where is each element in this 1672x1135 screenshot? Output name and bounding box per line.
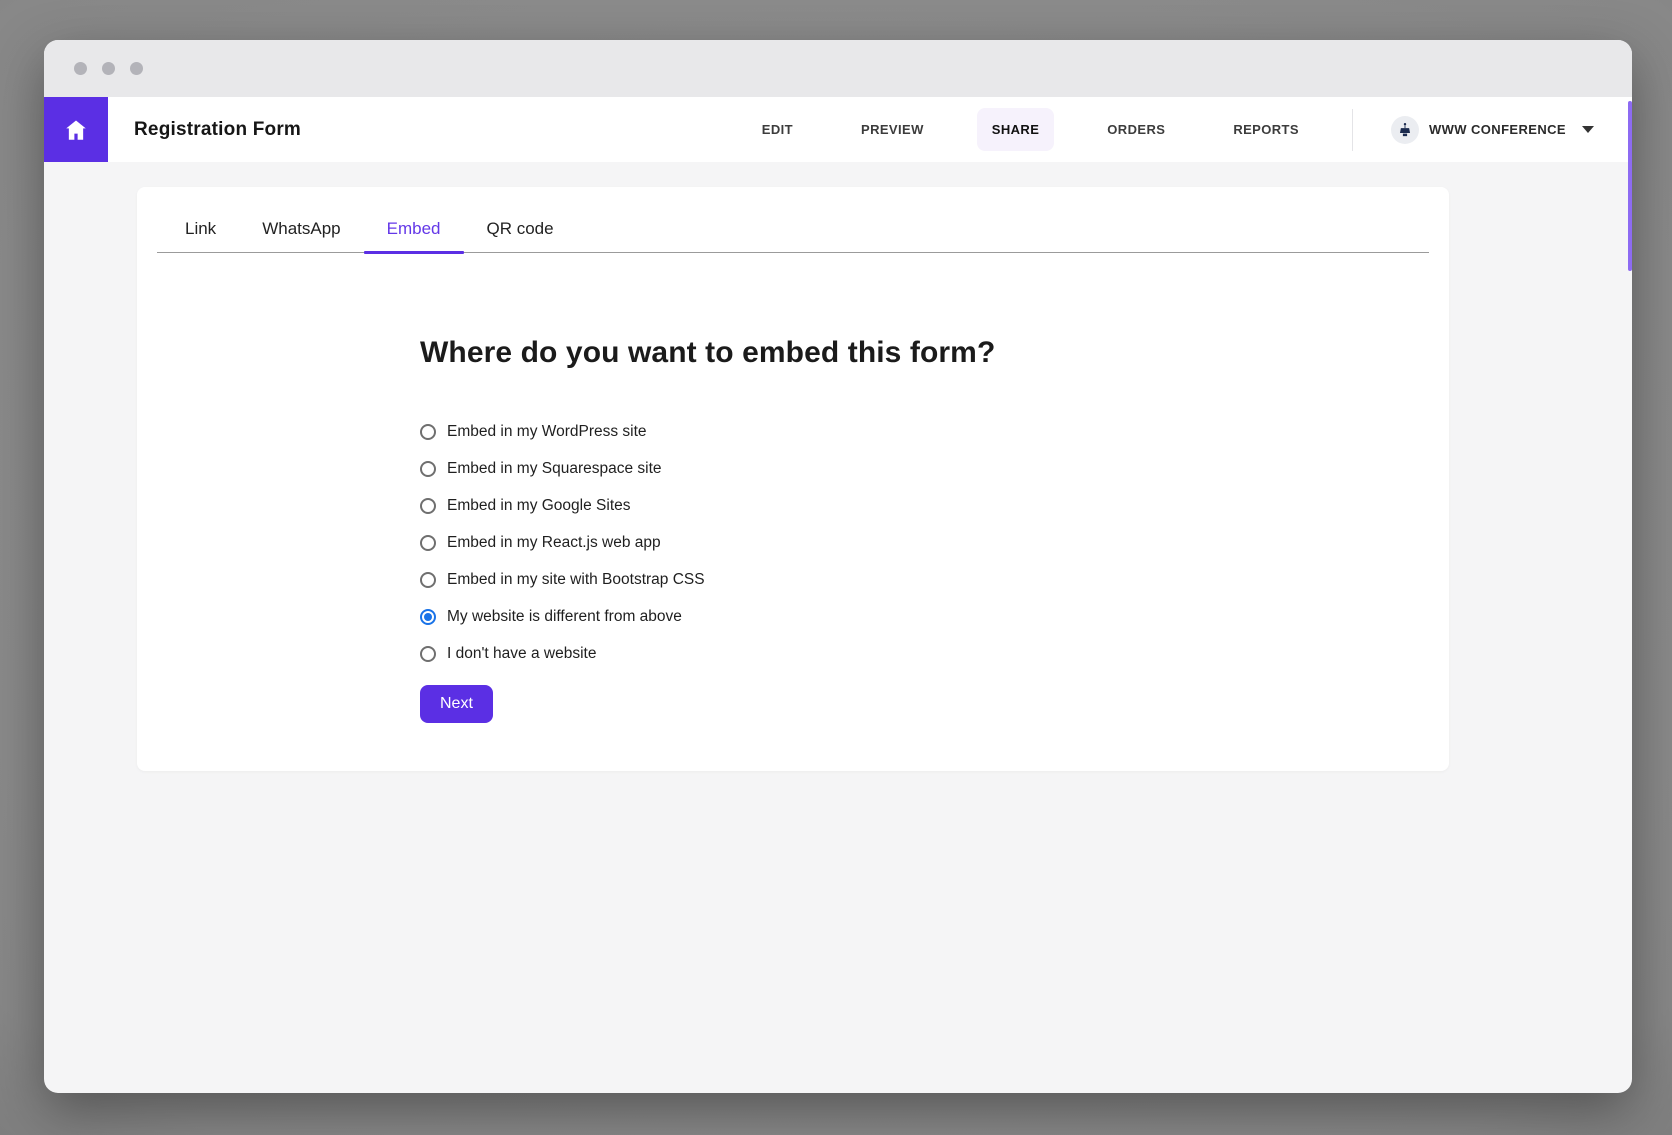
radio-icon[interactable] (420, 461, 436, 477)
panel-heading: Where do you want to embed this form? (420, 336, 1449, 370)
radio-icon[interactable] (420, 498, 436, 514)
radio-icon-selected[interactable] (420, 609, 436, 625)
nav-divider (1352, 109, 1353, 151)
nav-item-edit[interactable]: EDIT (747, 108, 808, 151)
window-titlebar (44, 40, 1632, 97)
radio-option-no-website[interactable]: I don't have a website (420, 635, 1449, 672)
radio-option-react[interactable]: Embed in my React.js web app (420, 524, 1449, 561)
radio-option-wordpress[interactable]: Embed in my WordPress site (420, 413, 1449, 450)
home-button[interactable] (44, 97, 108, 162)
option-label: Embed in my WordPress site (447, 423, 647, 441)
tab-whatsapp[interactable]: WhatsApp (239, 205, 363, 252)
radio-icon[interactable] (420, 646, 436, 662)
home-icon (63, 117, 89, 143)
next-button[interactable]: Next (420, 685, 493, 723)
nav-item-share[interactable]: SHARE (977, 108, 1055, 151)
nav-item-preview[interactable]: PREVIEW (846, 108, 939, 151)
share-tabs: Link WhatsApp Embed QR code (157, 205, 1429, 253)
chevron-down-icon (1582, 126, 1594, 133)
window-control-dot[interactable] (102, 62, 115, 75)
option-label: Embed in my Google Sites (447, 497, 631, 515)
tab-qr-code[interactable]: QR code (464, 205, 577, 252)
radio-option-different-website[interactable]: My website is different from above (420, 598, 1449, 635)
page-title: Registration Form (134, 119, 301, 141)
radio-option-squarespace[interactable]: Embed in my Squarespace site (420, 450, 1449, 487)
option-label: I don't have a website (447, 645, 596, 663)
nav-item-reports[interactable]: REPORTS (1218, 108, 1314, 151)
share-panel-card: Link WhatsApp Embed QR code Where do you… (137, 187, 1449, 771)
account-dropdown[interactable]: WWW CONFERENCE (1391, 116, 1594, 144)
option-label: Embed in my React.js web app (447, 534, 661, 552)
top-nav: EDIT PREVIEW SHARE ORDERS REPORTS WWW CO… (747, 108, 1632, 151)
scrollbar[interactable] (1628, 101, 1632, 271)
nav-item-orders[interactable]: ORDERS (1092, 108, 1180, 151)
embed-panel: Where do you want to embed this form? Em… (137, 336, 1449, 723)
tab-embed[interactable]: Embed (364, 205, 464, 252)
option-label: My website is different from above (447, 608, 682, 626)
browser-window: Registration Form EDIT PREVIEW SHARE ORD… (44, 40, 1632, 1093)
conference-logo-icon (1391, 116, 1419, 144)
radio-option-google-sites[interactable]: Embed in my Google Sites (420, 487, 1449, 524)
option-label: Embed in my Squarespace site (447, 460, 662, 478)
app-header: Registration Form EDIT PREVIEW SHARE ORD… (44, 97, 1632, 162)
radio-option-bootstrap[interactable]: Embed in my site with Bootstrap CSS (420, 561, 1449, 598)
window-control-dot[interactable] (130, 62, 143, 75)
tab-link[interactable]: Link (162, 205, 239, 252)
embed-options-list: Embed in my WordPress site Embed in my S… (420, 413, 1449, 672)
radio-icon[interactable] (420, 535, 436, 551)
window-control-dot[interactable] (74, 62, 87, 75)
account-name: WWW CONFERENCE (1429, 122, 1566, 137)
radio-icon[interactable] (420, 424, 436, 440)
option-label: Embed in my site with Bootstrap CSS (447, 571, 705, 589)
radio-icon[interactable] (420, 572, 436, 588)
